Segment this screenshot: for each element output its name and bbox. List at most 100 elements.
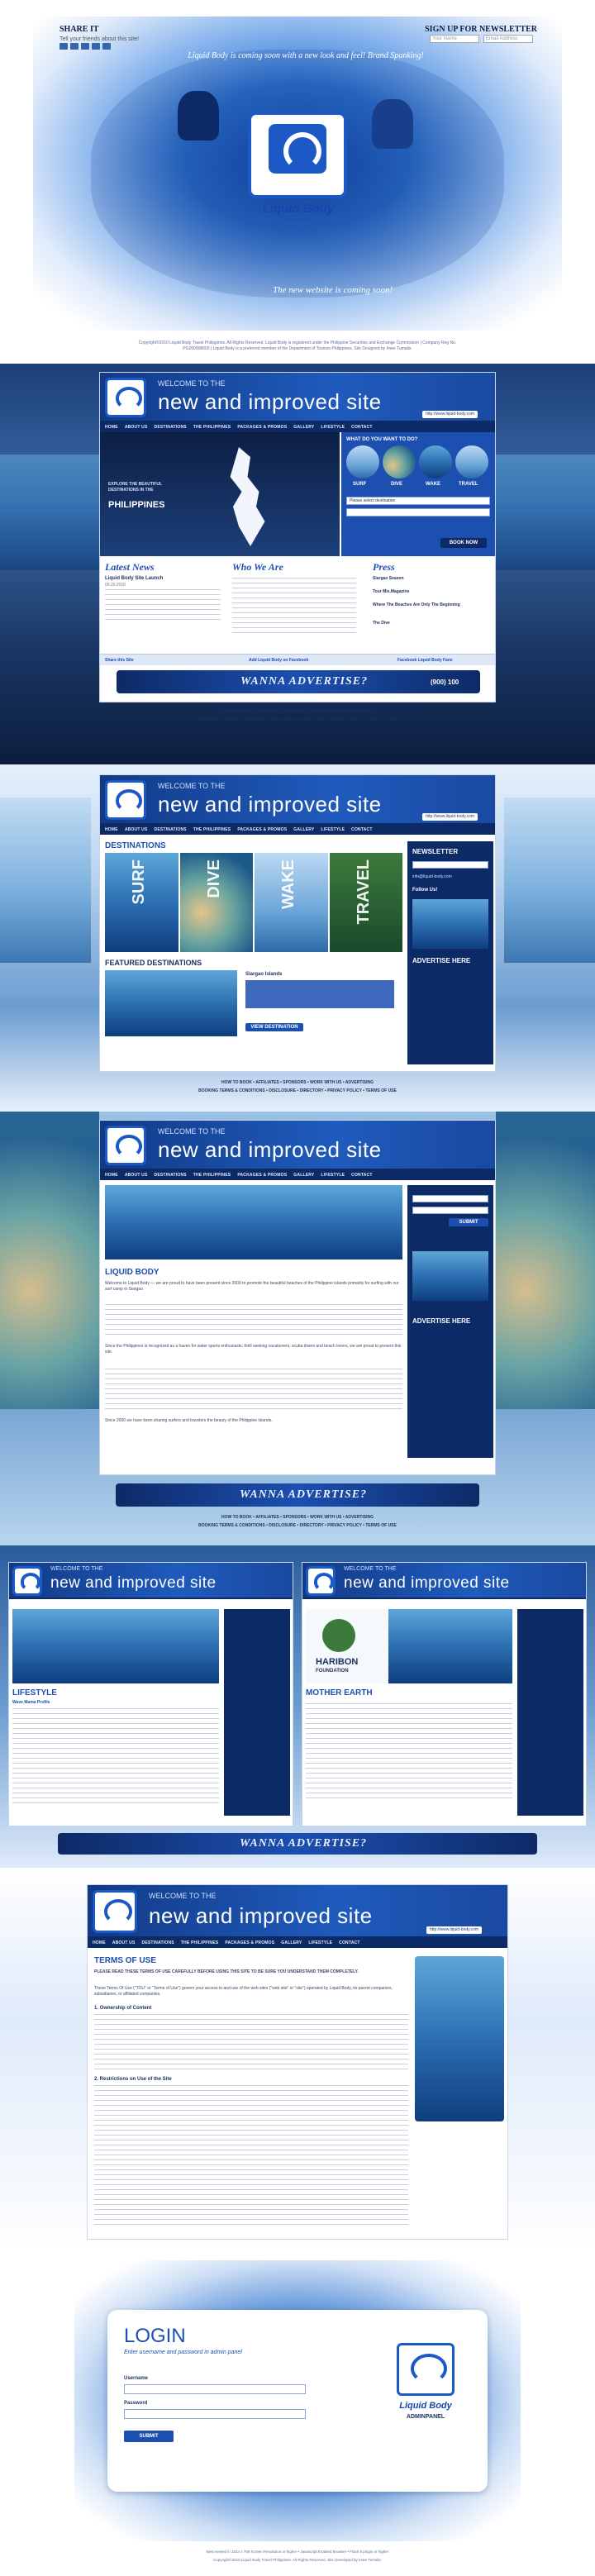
login-submit-button[interactable]: SUBMIT (124, 2431, 174, 2442)
site-url-2[interactable]: http://www.liquid-body.com (422, 813, 478, 821)
site-url-6[interactable]: http://www.liquid-body.com (426, 1926, 483, 1934)
nav-home[interactable]: HOME (105, 827, 118, 832)
press-item-1[interactable]: Siargao Season (373, 576, 404, 581)
footer-links[interactable]: HOW TO BOOK • AFFILIATES • SPONSORS • WO… (99, 709, 496, 714)
nav-home[interactable]: HOME (105, 1173, 118, 1178)
fans-link[interactable]: Facebook Liquid Body Fans (397, 658, 453, 663)
about-advertise-label[interactable]: ADVERTISE HERE (412, 1317, 470, 1325)
travel-tile[interactable]: TRAVEL (329, 853, 402, 952)
activity-wake-label[interactable]: WAKE (426, 482, 440, 487)
nav-about[interactable]: ABOUT US (125, 425, 148, 430)
nav-about[interactable]: ABOUT US (125, 1173, 148, 1178)
nav-contact[interactable]: CONTACT (351, 1173, 372, 1178)
myspace-icon[interactable] (81, 43, 89, 50)
nav-packages[interactable]: PACKAGES & PROMOS (237, 1173, 287, 1178)
about-email-input[interactable] (412, 1207, 488, 1214)
share-icons[interactable] (60, 43, 111, 50)
nav-packages[interactable]: PACKAGES & PROMOS (225, 1940, 274, 1945)
footer-links-2[interactable]: BOOKING TERMS & CONDITIONS • DISCLOSURE … (99, 717, 496, 722)
philippines-map-shape[interactable] (230, 447, 265, 546)
footer-links-3b[interactable]: BOOKING TERMS & CONDITIONS • DISCLOSURE … (99, 1088, 496, 1093)
advertise-banner-2[interactable]: WANNA ADVERTISE? (116, 1483, 479, 1507)
nav-philippines[interactable]: THE PHILIPPINES (193, 425, 231, 430)
wake-photo[interactable] (419, 445, 452, 479)
nav-gallery[interactable]: GALLERY (293, 1173, 314, 1178)
nav-home[interactable]: HOME (93, 1940, 106, 1945)
press-item-4[interactable]: The Dive (373, 621, 390, 626)
press-item-3[interactable]: Where The Beaches Are Only The Beginning (373, 602, 472, 607)
nav-home[interactable]: HOME (105, 425, 118, 430)
destination-select[interactable]: Please select destination (346, 497, 490, 505)
header-logo-icon[interactable] (105, 378, 146, 417)
facebook-icon[interactable] (60, 43, 68, 50)
mother-earth-body-lines (306, 1703, 512, 1802)
activity-dive-label[interactable]: DIVE (391, 482, 402, 487)
featured-name[interactable]: Siargao Islands (245, 972, 282, 977)
nav-philippines[interactable]: THE PHILIPPINES (193, 1173, 231, 1178)
nav-destinations[interactable]: DESTINATIONS (142, 1940, 174, 1945)
header-logo-icon-3[interactable] (105, 1126, 146, 1165)
add-facebook-link[interactable]: Add Liquid Body on Facebook (249, 658, 308, 663)
header-logo-icon-5[interactable] (306, 1566, 336, 1596)
haribon-banner[interactable]: HARIBON FOUNDATION (306, 1609, 512, 1683)
nav-lifestyle[interactable]: LIFESTYLE (321, 425, 345, 430)
nav-philippines[interactable]: THE PHILIPPINES (193, 827, 231, 832)
dive-tile[interactable]: DIVE (179, 853, 253, 952)
twitter-icon[interactable] (70, 43, 79, 50)
site-url[interactable]: http://www.liquid-body.com (422, 411, 478, 418)
login-title: LOGIN (124, 2325, 186, 2347)
nav-lifestyle[interactable]: LIFESTYLE (321, 1173, 345, 1178)
nav-contact[interactable]: CONTACT (351, 425, 372, 430)
header-logo-icon-2[interactable] (105, 780, 146, 820)
splash-tagline-top: Liquid Body is coming soon with a new lo… (188, 51, 424, 60)
about-submit-button[interactable]: SUBMIT (449, 1218, 488, 1226)
activity-travel-label[interactable]: TRAVEL (459, 482, 478, 487)
email-icon[interactable] (92, 43, 100, 50)
nav-about[interactable]: ABOUT US (125, 827, 148, 832)
about-newsletter-input[interactable] (412, 1195, 488, 1202)
nav-philippines[interactable]: THE PHILIPPINES (181, 1940, 219, 1945)
nav-packages[interactable]: PACKAGES & PROMOS (237, 425, 287, 430)
advertise-banner[interactable]: WANNA ADVERTISE? (900) 100 (117, 670, 480, 693)
share-site-link[interactable]: Share this Site (105, 658, 134, 663)
footer-links-3[interactable]: HOW TO BOOK • AFFILIATES • SPONSORS • WO… (99, 1080, 496, 1085)
splash-logo-text: Liquid Body (262, 202, 335, 216)
activity-surf-label[interactable]: SURF (353, 482, 366, 487)
nav-gallery[interactable]: GALLERY (293, 425, 314, 430)
activity-select[interactable] (346, 508, 490, 517)
password-input[interactable] (124, 2409, 306, 2419)
nav-contact[interactable]: CONTACT (339, 1940, 359, 1945)
nav-packages[interactable]: PACKAGES & PROMOS (237, 827, 287, 832)
advertise-here-label[interactable]: ADVERTISE HERE (412, 957, 470, 964)
footer-links-4b[interactable]: BOOKING TERMS & CONDITIONS • DISCLOSURE … (99, 1523, 496, 1528)
wake-tile[interactable]: WAKE (255, 853, 328, 952)
header-logo-icon-4[interactable] (12, 1566, 42, 1596)
nav-destinations[interactable]: DESTINATIONS (155, 425, 187, 430)
travel-photo[interactable] (455, 445, 488, 479)
newsletter-email-input[interactable]: Email Address (483, 35, 533, 43)
featured-photo[interactable] (105, 970, 237, 1036)
advertise-banner-3[interactable]: WANNA ADVERTISE? (58, 1833, 537, 1855)
contact-email[interactable]: info@liquid-body.com (412, 874, 452, 879)
header-logo-icon-6[interactable] (93, 1890, 137, 1933)
username-input[interactable] (124, 2384, 306, 2394)
news-item-title[interactable]: Liquid Body Site Launch (105, 576, 163, 581)
digg-icon[interactable] (102, 43, 111, 50)
nav-destinations[interactable]: DESTINATIONS (155, 1173, 187, 1178)
nav-gallery[interactable]: GALLERY (293, 827, 314, 832)
nav-about[interactable]: ABOUT US (112, 1940, 136, 1945)
dive-photo[interactable] (383, 445, 416, 479)
press-item-2[interactable]: Tour Mis.Magazine (373, 589, 409, 594)
nav-lifestyle[interactable]: LIFESTYLE (308, 1940, 332, 1945)
newsletter-name-input[interactable]: Your Name (430, 35, 479, 43)
surf-photo[interactable] (346, 445, 379, 479)
footer-links-4[interactable]: HOW TO BOOK • AFFILIATES • SPONSORS • WO… (99, 1515, 496, 1520)
surf-tile[interactable]: SURF (105, 853, 178, 952)
newsletter-input[interactable] (412, 861, 488, 869)
nav-gallery[interactable]: GALLERY (281, 1940, 302, 1945)
nav-destinations[interactable]: DESTINATIONS (155, 827, 187, 832)
view-destination-button[interactable]: VIEW DESTINATION (245, 1023, 303, 1031)
nav-contact[interactable]: CONTACT (351, 827, 372, 832)
nav-lifestyle[interactable]: LIFESTYLE (321, 827, 345, 832)
book-now-button[interactable]: BOOK NOW (440, 538, 487, 548)
